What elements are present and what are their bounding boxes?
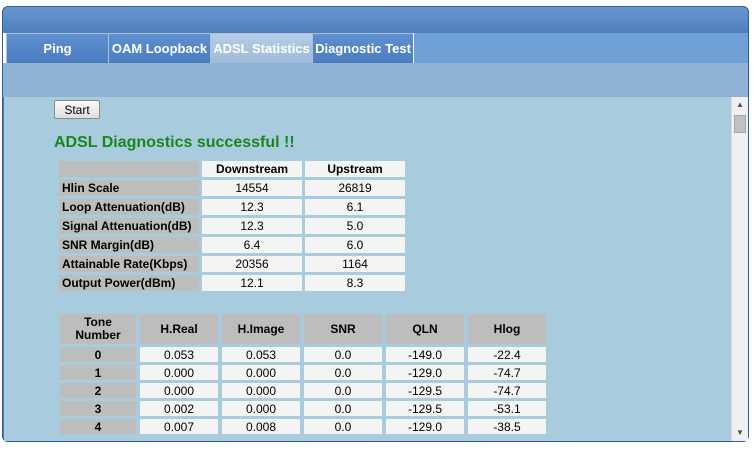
tone-snr: 0.0 [304, 365, 382, 380]
tone-number: 2 [60, 383, 136, 398]
tone-qln: -129.0 [386, 419, 464, 434]
tone-header-row: Tone Number H.Real H.Image SNR QLN Hlog [60, 314, 546, 344]
stats-row: Signal Attenuation(dB) 12.3 5.0 [59, 218, 405, 234]
start-button[interactable]: Start [54, 100, 100, 119]
tab-ping[interactable]: Ping [6, 33, 108, 63]
tab-bar-filler [413, 33, 748, 63]
tone-h-image: 0.008 [222, 419, 300, 434]
tone-h-image: 0.053 [222, 347, 300, 362]
stats-downstream-value: 6.4 [202, 237, 302, 253]
stats-label: SNR Margin(dB) [59, 237, 199, 253]
tone-hlog: -74.7 [468, 383, 546, 398]
stats-downstream-value: 14554 [202, 180, 302, 196]
tone-table: Tone Number H.Real H.Image SNR QLN Hlog … [56, 311, 550, 437]
tone-number: 3 [60, 401, 136, 416]
tone-hlog: -38.5 [468, 419, 546, 434]
stats-row: SNR Margin(dB) 6.4 6.0 [59, 237, 405, 253]
tone-row: 1 0.000 0.000 0.0 -129.0 -74.7 [60, 365, 546, 380]
tone-header-tone-number: Tone Number [60, 314, 136, 344]
tone-row: 0 0.053 0.053 0.0 -149.0 -22.4 [60, 347, 546, 362]
scroll-thumb[interactable] [734, 115, 746, 133]
stats-downstream-value: 12.3 [202, 199, 302, 215]
tone-h-real: 0.002 [140, 401, 218, 416]
tone-qln: -129.5 [386, 383, 464, 398]
stats-header-row: Downstream Upstream [59, 161, 405, 177]
adsl-stats-table: Downstream Upstream Hlin Scale 14554 268… [56, 158, 408, 294]
sub-header-band [3, 63, 748, 97]
stats-downstream-value: 12.1 [202, 275, 302, 291]
stats-upstream-value: 6.1 [305, 199, 405, 215]
stats-header-downstream: Downstream [202, 161, 302, 177]
scroll-down-arrow-icon[interactable]: ▼ [732, 425, 748, 441]
tone-h-image: 0.000 [222, 365, 300, 380]
stats-upstream-value: 5.0 [305, 218, 405, 234]
tab-diagnostic-test[interactable]: Diagnostic Test [312, 33, 413, 63]
stats-header-blank [59, 161, 199, 177]
stats-upstream-value: 1164 [305, 256, 405, 272]
tab-bar: Ping OAM Loopback ADSL Statistics Diagno… [3, 33, 748, 63]
tone-h-real: 0.000 [140, 383, 218, 398]
stats-label: Signal Attenuation(dB) [59, 218, 199, 234]
tone-number: 0 [60, 347, 136, 362]
status-message: ADSL Diagnostics successful !! [54, 134, 295, 151]
tone-number: 1 [60, 365, 136, 380]
tone-header-qln: QLN [386, 314, 464, 344]
tone-hlog: -53.1 [468, 401, 546, 416]
stats-header-upstream: Upstream [305, 161, 405, 177]
stats-label: Loop Attenuation(dB) [59, 199, 199, 215]
tone-snr: 0.0 [304, 347, 382, 362]
stats-row: Hlin Scale 14554 26819 [59, 180, 405, 196]
stats-downstream-value: 20356 [202, 256, 302, 272]
tone-h-image: 0.000 [222, 401, 300, 416]
tone-row: 3 0.002 0.000 0.0 -129.5 -53.1 [60, 401, 546, 416]
tab-oam-loopback[interactable]: OAM Loopback [108, 33, 210, 63]
tone-header-h-image: H.Image [222, 314, 300, 344]
header-band [3, 7, 748, 33]
tone-snr: 0.0 [304, 401, 382, 416]
stats-upstream-value: 8.3 [305, 275, 405, 291]
content-panel: Start ADSL Diagnostics successful !! Dow… [4, 97, 748, 441]
tone-number: 4 [60, 419, 136, 434]
stats-downstream-value: 12.3 [202, 218, 302, 234]
tone-qln: -149.0 [386, 347, 464, 362]
tone-qln: -129.0 [386, 365, 464, 380]
stats-label: Hlin Scale [59, 180, 199, 196]
tab-adsl-statistics[interactable]: ADSL Statistics [210, 33, 312, 63]
stats-row: Attainable Rate(Kbps) 20356 1164 [59, 256, 405, 272]
tone-snr: 0.0 [304, 419, 382, 434]
tone-hlog: -74.7 [468, 365, 546, 380]
tone-h-real: 0.007 [140, 419, 218, 434]
stats-label: Attainable Rate(Kbps) [59, 256, 199, 272]
stats-row: Output Power(dBm) 12.1 8.3 [59, 275, 405, 291]
vertical-scrollbar[interactable]: ▲ ▼ [731, 97, 748, 441]
stats-upstream-value: 26819 [305, 180, 405, 196]
tone-row: 4 0.007 0.008 0.0 -129.0 -38.5 [60, 419, 546, 434]
tone-h-real: 0.000 [140, 365, 218, 380]
main-window: Ping OAM Loopback ADSL Statistics Diagno… [2, 6, 749, 442]
stats-label: Output Power(dBm) [59, 275, 199, 291]
scroll-up-arrow-icon[interactable]: ▲ [732, 97, 748, 113]
tone-h-real: 0.053 [140, 347, 218, 362]
tone-header-hlog: Hlog [468, 314, 546, 344]
tone-header-h-real: H.Real [140, 314, 218, 344]
stats-row: Loop Attenuation(dB) 12.3 6.1 [59, 199, 405, 215]
tone-snr: 0.0 [304, 383, 382, 398]
tone-header-snr: SNR [304, 314, 382, 344]
tone-row: 2 0.000 0.000 0.0 -129.5 -74.7 [60, 383, 546, 398]
stats-upstream-value: 6.0 [305, 237, 405, 253]
tone-h-image: 0.000 [222, 383, 300, 398]
tone-qln: -129.5 [386, 401, 464, 416]
tone-hlog: -22.4 [468, 347, 546, 362]
